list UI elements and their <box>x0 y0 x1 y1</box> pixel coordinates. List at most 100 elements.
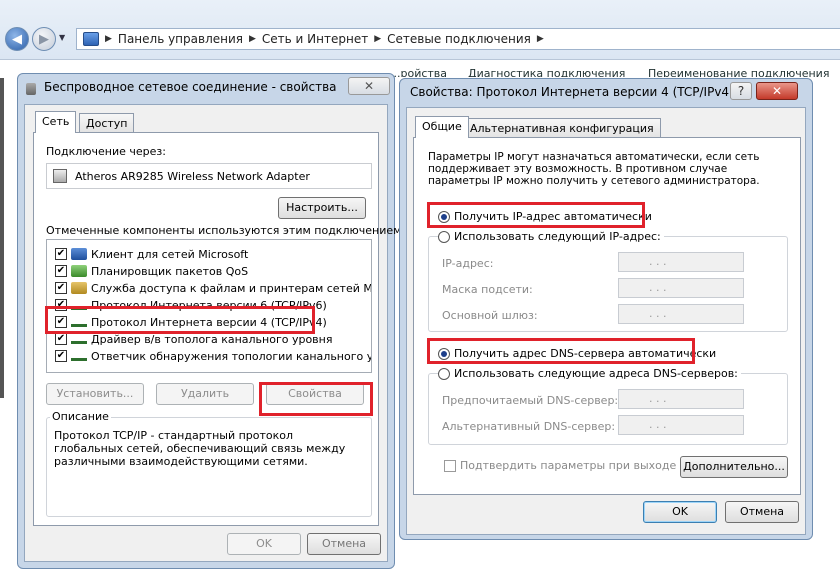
component-checkbox[interactable]: ✔ <box>55 316 67 328</box>
subnet-dots: . . . <box>649 281 667 294</box>
component-checkbox[interactable]: ✔ <box>55 265 67 277</box>
network-tab-page: Подключение через: Atheros AR9285 Wirele… <box>33 132 405 526</box>
history-dropdown-icon[interactable]: ▼ <box>59 33 65 42</box>
dns-auto-option[interactable]: Получить адрес DNS-сервера автоматически <box>438 347 716 360</box>
dialog-title: Беспроводное сетевое соединение - свойст… <box>44 80 337 94</box>
qos-icon <box>71 265 87 277</box>
breadcrumb-control-panel[interactable]: Панель управления <box>118 32 243 46</box>
remove-button[interactable]: Удалить <box>156 383 254 405</box>
ip-manual-radio[interactable] <box>438 230 450 243</box>
alternate-dns-dots: . . . <box>649 418 667 431</box>
breadcrumb-network-internet[interactable]: Сеть и Интернет <box>262 32 368 46</box>
ip-auto-radio[interactable] <box>438 210 450 223</box>
properties-button[interactable]: Свойства <box>266 383 364 405</box>
component-label: Клиент для сетей Microsoft <box>91 247 249 261</box>
breadcrumb-separator-icon[interactable]: ▶ <box>105 34 112 44</box>
network-client-icon <box>71 248 87 260</box>
adapter-name: Atheros AR9285 Wireless Network Adapter <box>75 169 310 183</box>
command-diagnose-partial[interactable]: ...ройства <box>390 67 447 77</box>
protocol-icon <box>71 301 87 310</box>
command-diagnose[interactable]: Диагностика подключения <box>468 67 625 77</box>
preferred-dns-field[interactable]: . . . <box>618 389 744 409</box>
list-item[interactable]: ✔ Клиент для сетей Microsoft <box>55 246 248 262</box>
alternate-dns-field[interactable]: . . . <box>618 415 744 435</box>
alternate-dns-label: Альтернативный DNS-сервер: <box>442 420 616 433</box>
tab-general[interactable]: Общие <box>415 116 469 138</box>
advanced-button[interactable]: Дополнительно... <box>680 456 788 478</box>
dns-auto-radio[interactable] <box>438 347 450 360</box>
dns-manual-radio[interactable] <box>438 367 450 380</box>
close-button[interactable]: ✕ <box>756 82 798 100</box>
explorer-navigation-bar: ◀ ▶ ▼ ▶ Панель управления ▶ Сеть и Интер… <box>0 0 840 60</box>
cancel-button[interactable]: Отмена <box>307 533 381 555</box>
protocol-icon <box>71 335 87 344</box>
command-rename[interactable]: Переименование подключения <box>648 67 829 77</box>
list-item-ipv4[interactable]: ✔ Протокол Интернета версии 4 (TCP/IPv4) <box>55 314 327 330</box>
gateway-dots: . . . <box>649 307 667 320</box>
subnet-field[interactable]: . . . <box>618 278 744 298</box>
dns-manual-option[interactable]: Использовать следующие адреса DNS-сервер… <box>438 367 741 380</box>
component-label: Драйвер в/в тополога канального уровня <box>91 332 333 346</box>
ip-auto-option[interactable]: Получить IP-адрес автоматически <box>438 210 652 223</box>
info-text: Параметры IP могут назначаться автоматич… <box>428 151 760 187</box>
adapter-icon <box>53 169 67 183</box>
help-button[interactable]: ? <box>730 82 752 100</box>
tab-sharing[interactable]: Доступ <box>79 113 135 133</box>
component-checkbox[interactable]: ✔ <box>55 350 67 362</box>
component-label: Протокол Интернета версии 4 (TCP/IPv4) <box>91 315 327 329</box>
ip-auto-label: Получить IP-адрес автоматически <box>454 210 652 223</box>
dialog-body: Сеть Доступ Подключение через: Atheros A… <box>24 104 405 562</box>
dialog-title: Свойства: Протокол Интернета версии 4 (T… <box>410 85 734 99</box>
ip-manual-option[interactable]: Использовать следующий IP-адрес: <box>438 230 664 243</box>
component-checkbox[interactable]: ✔ <box>55 333 67 345</box>
share-icon <box>71 282 87 294</box>
list-item[interactable]: ✔ Ответчик обнаружения топологии канальн… <box>55 348 371 364</box>
cancel-button[interactable]: Отмена <box>725 501 799 523</box>
protocol-icon <box>71 352 87 361</box>
components-list[interactable]: ✔ Клиент для сетей Microsoft ✔ Планировщ… <box>46 239 372 373</box>
component-checkbox[interactable]: ✔ <box>55 248 67 260</box>
list-item[interactable]: ✔ Планировщик пакетов QoS <box>55 263 248 279</box>
ok-button[interactable]: OK <box>643 501 717 523</box>
list-item[interactable]: ✔ Протокол Интернета версии 6 (TCP/IPv6) <box>55 297 327 313</box>
breadcrumb-separator-icon[interactable]: ▶ <box>249 34 256 44</box>
forward-button[interactable]: ▶ <box>32 27 56 51</box>
install-button[interactable]: Установить... <box>46 383 144 405</box>
back-button[interactable]: ◀ <box>5 27 29 51</box>
configure-button[interactable]: Настроить... <box>278 197 366 219</box>
preferred-dns-label: Предпочитаемый DNS-сервер: <box>442 394 619 407</box>
gateway-field[interactable]: . . . <box>618 304 744 324</box>
component-label: Служба доступа к файлам и принтерам сете… <box>91 281 372 295</box>
description-text: Протокол TCP/IP - стандартный протокол г… <box>54 429 346 468</box>
validate-label: Подтвердить параметры при выходе <box>460 459 677 472</box>
component-checkbox[interactable]: ✔ <box>55 299 67 311</box>
dns-manual-label: Использовать следующие адреса DNS-сервер… <box>454 367 738 380</box>
control-panel-icon <box>83 32 99 46</box>
subnet-label: Маска подсети: <box>442 283 533 296</box>
general-tab-page: Параметры IP могут назначаться автоматич… <box>413 137 801 495</box>
components-label: Отмеченные компоненты используются этим … <box>46 224 406 237</box>
close-button[interactable]: ✕ <box>348 77 390 95</box>
list-item[interactable]: ✔ Служба доступа к файлам и принтерам се… <box>55 280 372 296</box>
forward-arrow-icon: ▶ <box>39 31 49 47</box>
tab-alternate-config[interactable]: Альтернативная конфигурация <box>463 118 661 138</box>
address-bar[interactable]: ▶ Панель управления ▶ Сеть и Интернет ▶ … <box>76 28 840 50</box>
ok-button[interactable]: OK <box>227 533 301 555</box>
preferred-dns-dots: . . . <box>649 392 667 405</box>
list-item[interactable]: ✔ Драйвер в/в тополога канального уровня <box>55 331 332 347</box>
breadcrumb-network-connections[interactable]: Сетевые подключения <box>387 32 531 46</box>
validate-option[interactable]: Подтвердить параметры при выходе <box>444 459 676 472</box>
connection-icon <box>26 83 36 95</box>
connect-via-label: Подключение через: <box>46 145 166 158</box>
description-label: Описание <box>50 410 111 423</box>
back-arrow-icon: ◀ <box>12 31 22 47</box>
gateway-label: Основной шлюз: <box>442 309 538 322</box>
component-label: Протокол Интернета версии 6 (TCP/IPv6) <box>91 298 327 312</box>
tab-network[interactable]: Сеть <box>35 111 77 133</box>
breadcrumb-separator-icon[interactable]: ▶ <box>537 34 544 44</box>
ip-address-field[interactable]: . . . <box>618 252 744 272</box>
validate-checkbox[interactable] <box>444 459 456 472</box>
ip-address-label: IP-адрес: <box>442 257 494 270</box>
breadcrumb-separator-icon[interactable]: ▶ <box>374 34 381 44</box>
component-checkbox[interactable]: ✔ <box>55 282 67 294</box>
